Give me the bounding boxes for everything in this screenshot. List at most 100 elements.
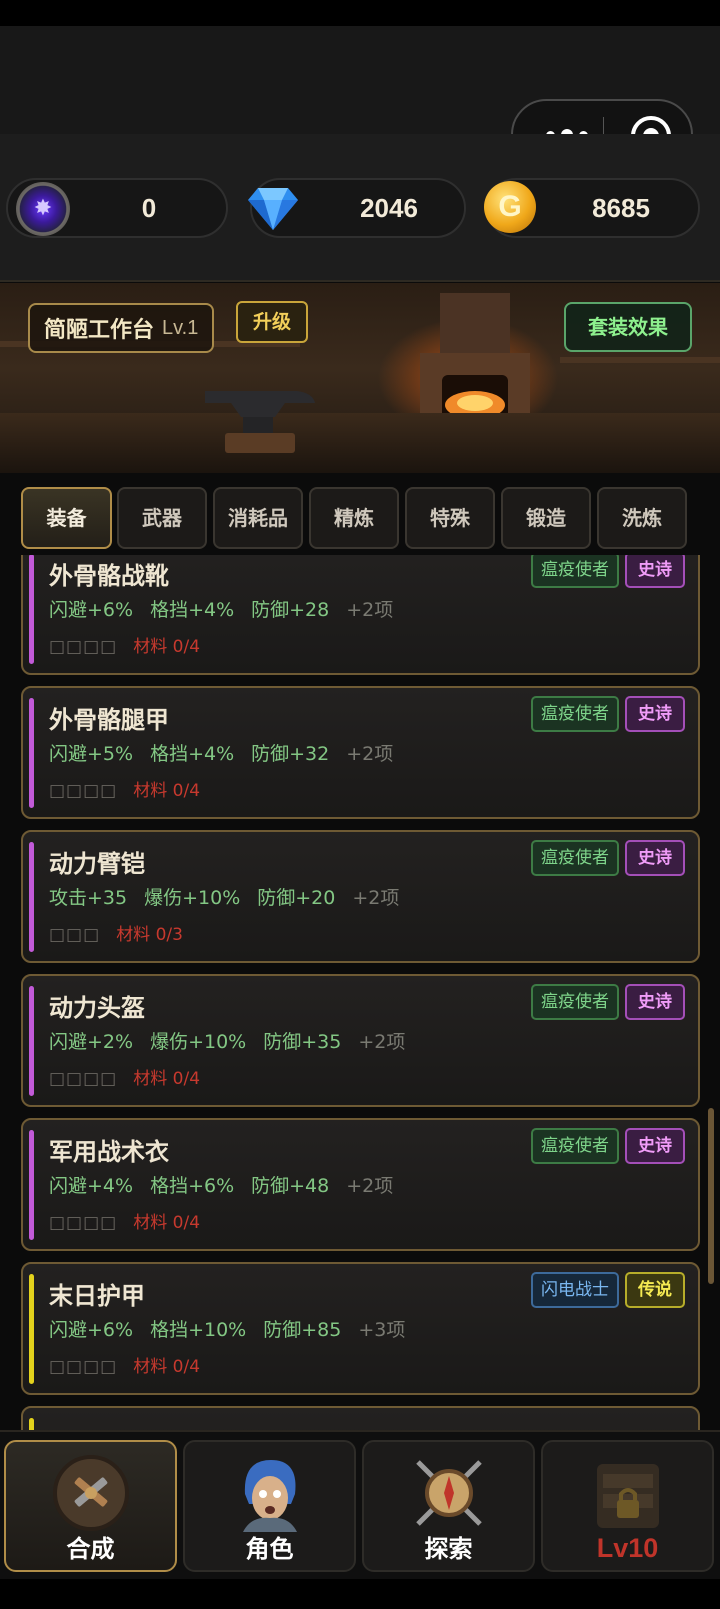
list-item[interactable]: 军用战术衣 闪避+4% 格挡+6% 防御+48 +2项 □□□□ 材料 0/4 瘟疫使者… — [21, 1118, 700, 1251]
crafting-tools-icon — [53, 1455, 129, 1531]
nav-label: 探索 — [424, 1535, 473, 1563]
item-name: 外骨骼腿甲 — [49, 706, 169, 734]
stat: 爆伤+10% — [150, 1031, 247, 1053]
rarity-badge: 传说 — [625, 1272, 685, 1308]
item-list[interactable]: 外骨骼战靴 闪避+6% 格挡+4% 防御+28 +2项 □□□□ 材料 0/4 瘟疫使者… — [0, 555, 720, 1430]
stat: 闪避+6% — [49, 599, 134, 621]
rarity-stripe — [29, 698, 34, 808]
item-stats: 闪避+5% 格挡+4% 防御+32 +2项 — [49, 739, 410, 766]
more-stats: +3项 — [358, 1319, 406, 1341]
rarity-stripe — [29, 842, 34, 952]
bottom-nav: 合成 角色 探索 Lv10 — [0, 1430, 720, 1609]
currency-value: 0 — [141, 193, 157, 223]
item-name: 动力臂铠 — [49, 850, 145, 878]
item-materials: □□□□ 材料 0/4 — [49, 776, 200, 801]
stat: 防御+28 — [251, 599, 330, 621]
material-count: 材料 0/4 — [133, 1357, 201, 1377]
currency-diamond[interactable]: 2046 — [248, 178, 466, 238]
item-name: 末日护甲 — [49, 1282, 145, 1310]
rarity-badge: 史诗 — [625, 984, 685, 1020]
item-name: 动力头盔 — [49, 994, 145, 1022]
nav-character[interactable]: 角色 — [183, 1440, 356, 1572]
more-stats: +2项 — [346, 1175, 394, 1197]
item-stats: 闪避+4% 格挡+6% 防御+48 +2项 — [49, 1171, 410, 1198]
tab-weapons[interactable]: 武器 — [117, 487, 207, 549]
material-count: 材料 0/4 — [133, 1213, 201, 1233]
list-item[interactable]: 外骨骼战靴 闪避+6% 格挡+4% 防御+28 +2项 □□□□ 材料 0/4 瘟疫使者… — [21, 555, 700, 675]
list-item[interactable]: 动力臂铠 攻击+35 爆伤+10% 防御+20 +2项 □□□ 材料 0/3 瘟疫使者 … — [21, 830, 700, 963]
workbench-table — [0, 413, 720, 473]
anvil-illustration — [205, 391, 315, 453]
stat: 攻击+35 — [49, 887, 128, 909]
tab-equipment[interactable]: 装备 — [21, 487, 112, 549]
stat: 防御+85 — [263, 1319, 342, 1341]
stat: 格挡+10% — [150, 1319, 247, 1341]
rarity-badge: 史诗 — [625, 696, 685, 732]
workbench-level: Lv.1 — [162, 316, 199, 339]
list-item-partial[interactable] — [21, 1406, 700, 1430]
rarity-stripe — [29, 1274, 34, 1384]
nav-explore[interactable]: 探索 — [362, 1440, 535, 1572]
list-item[interactable]: 外骨骼腿甲 闪避+5% 格挡+4% 防御+32 +2项 □□□□ 材料 0/4 瘟疫使者… — [21, 686, 700, 819]
character-portrait-icon — [243, 1460, 297, 1532]
class-badge: 瘟疫使者 — [531, 555, 619, 588]
material-count: 材料 0/4 — [133, 1069, 201, 1089]
item-materials: □□□ 材料 0/3 — [49, 920, 183, 945]
stat: 闪避+4% — [49, 1175, 134, 1197]
item-stats: 闪避+2% 爆伤+10% 防御+35 +2项 — [49, 1027, 422, 1054]
rarity-stripe — [29, 986, 34, 1096]
nav-label: 合成 — [66, 1535, 115, 1563]
tab-forge[interactable]: 锻造 — [501, 487, 591, 549]
stat: 闪避+5% — [49, 743, 134, 765]
class-badge: 瘟疫使者 — [531, 840, 619, 876]
rarity-badge: 史诗 — [625, 840, 685, 876]
stat: 格挡+6% — [150, 1175, 235, 1197]
currency-gold[interactable]: G 8685 — [484, 178, 700, 238]
tab-consumables[interactable]: 消耗品 — [213, 487, 303, 549]
item-name: 外骨骼战靴 — [49, 562, 169, 590]
list-item[interactable]: 末日护甲 闪避+6% 格挡+10% 防御+85 +3项 □□□□ 材料 0/4 闪电战士… — [21, 1262, 700, 1395]
rarity-badge: 史诗 — [625, 1128, 685, 1164]
stat: 格挡+4% — [150, 743, 235, 765]
material-slots: □□□ — [49, 925, 101, 945]
locked-shop-icon — [597, 1464, 659, 1528]
list-item[interactable]: 动力头盔 闪避+2% 爆伤+10% 防御+35 +2项 □□□□ 材料 0/4 瘟疫使者… — [21, 974, 700, 1107]
set-effect-button[interactable]: 套装效果 — [564, 302, 692, 352]
more-stats: +2项 — [346, 599, 394, 621]
stat: 格挡+4% — [150, 599, 235, 621]
material-slots: □□□□ — [49, 1069, 118, 1089]
more-stats: +2项 — [352, 887, 400, 909]
tab-special[interactable]: 特殊 — [405, 487, 495, 549]
material-count: 材料 0/3 — [116, 925, 183, 945]
nav-shop-locked[interactable]: Lv10 — [541, 1440, 714, 1572]
workbench-banner: 简陋工作台 Lv.1 升级 套装效果 — [0, 283, 720, 473]
item-materials: □□□□ 材料 0/4 — [49, 1208, 200, 1233]
nav-label: Lv10 — [596, 1533, 659, 1563]
rarity-stripe — [29, 1418, 34, 1430]
home-indicator-area — [0, 1579, 720, 1609]
material-slots: □□□□ — [49, 781, 118, 801]
workbench-name: 简陋工作台 — [44, 318, 155, 343]
nav-crafting[interactable]: 合成 — [4, 1440, 177, 1572]
stat: 防御+32 — [251, 743, 330, 765]
workbench-title: 简陋工作台 Lv.1 — [28, 303, 215, 353]
currency-orb[interactable]: 0 — [6, 178, 228, 238]
item-name: 军用战术衣 — [49, 1138, 169, 1166]
item-materials: □□□□ 材料 0/4 — [49, 1064, 200, 1089]
scrollbar[interactable] — [708, 1108, 714, 1284]
rarity-stripe — [29, 555, 34, 664]
stat: 防御+35 — [263, 1031, 342, 1053]
tab-refine[interactable]: 精炼 — [309, 487, 399, 549]
tab-reroll[interactable]: 洗炼 — [597, 487, 687, 549]
compass-swords-icon — [416, 1460, 482, 1526]
class-badge: 瘟疫使者 — [531, 1128, 619, 1164]
item-materials: □□□□ 材料 0/4 — [49, 1352, 200, 1377]
more-stats: +2项 — [346, 743, 394, 765]
upgrade-button[interactable]: 升级 — [236, 301, 308, 343]
material-slots: □□□□ — [49, 1213, 118, 1233]
diamond-icon — [248, 188, 298, 230]
stat: 防御+20 — [257, 887, 336, 909]
stat: 闪避+6% — [49, 1319, 134, 1341]
nav-label: 角色 — [245, 1535, 294, 1563]
rarity-stripe — [29, 1130, 34, 1240]
